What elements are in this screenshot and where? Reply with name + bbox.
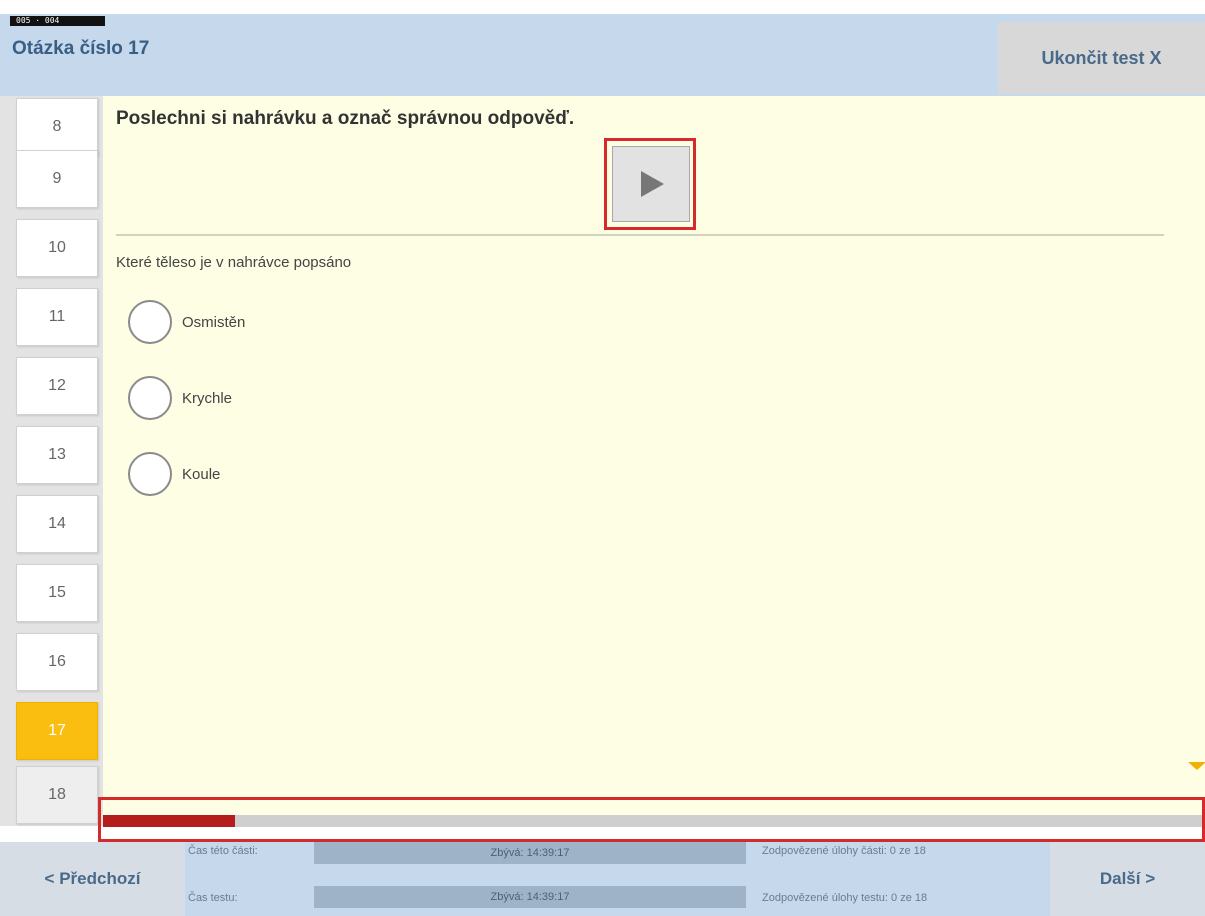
question-text: Které těleso je v nahrávce popsáno bbox=[116, 254, 352, 271]
question-nav-17-active[interactable]: 17 bbox=[16, 702, 98, 760]
top-strip bbox=[0, 0, 1205, 14]
page-title: Otázka číslo 17 bbox=[12, 38, 150, 59]
screen-badge: 005 · 004 bbox=[10, 16, 105, 26]
test-answered-text: Zodpovězené úlohy testu: 0 ze 18 bbox=[762, 892, 928, 904]
question-nav-11[interactable]: 11 bbox=[16, 288, 98, 346]
play-icon bbox=[641, 171, 664, 197]
question-nav-12[interactable]: 12 bbox=[16, 357, 98, 415]
question-nav-8[interactable]: 8 bbox=[16, 98, 98, 156]
option-label: Koule bbox=[182, 465, 221, 483]
question-nav-10[interactable]: 10 bbox=[16, 219, 98, 277]
option-krychle[interactable]: Krychle bbox=[128, 376, 232, 420]
play-audio-button[interactable] bbox=[612, 146, 690, 222]
part-time-label: Čas této části: bbox=[188, 845, 258, 857]
next-button[interactable]: Další > bbox=[1050, 842, 1205, 916]
test-time-bar: Zbývá: 14:39:17 bbox=[314, 886, 746, 908]
part-answered-text: Zodpovězené úlohy části: 0 ze 18 bbox=[762, 845, 926, 857]
question-nav-15[interactable]: 15 bbox=[16, 564, 98, 622]
test-time-label: Čas testu: bbox=[188, 892, 238, 904]
radio-button[interactable] bbox=[128, 300, 172, 344]
radio-button[interactable] bbox=[128, 452, 172, 496]
radio-button[interactable] bbox=[128, 376, 172, 420]
option-osmisten[interactable]: Osmistěn bbox=[128, 300, 245, 344]
progress-highlight-frame bbox=[98, 797, 1205, 842]
divider bbox=[116, 234, 1164, 236]
end-test-button[interactable]: Ukončit test X bbox=[998, 22, 1205, 94]
scroll-down-icon[interactable] bbox=[1188, 762, 1205, 770]
question-nav-18[interactable]: 18 bbox=[16, 766, 98, 824]
question-nav-16[interactable]: 16 bbox=[16, 633, 98, 691]
part-time-bar: Zbývá: 14:39:17 bbox=[314, 842, 746, 864]
instruction-text: Poslechni si nahrávku a označ správnou o… bbox=[116, 108, 575, 129]
question-nav-14[interactable]: 14 bbox=[16, 495, 98, 553]
question-nav-9[interactable]: 9 bbox=[16, 150, 98, 208]
option-koule[interactable]: Koule bbox=[128, 452, 220, 496]
option-label: Krychle bbox=[182, 389, 233, 407]
option-label: Osmistěn bbox=[182, 313, 246, 331]
question-nav-13[interactable]: 13 bbox=[16, 426, 98, 484]
previous-button[interactable]: < Předchozí bbox=[0, 842, 185, 916]
